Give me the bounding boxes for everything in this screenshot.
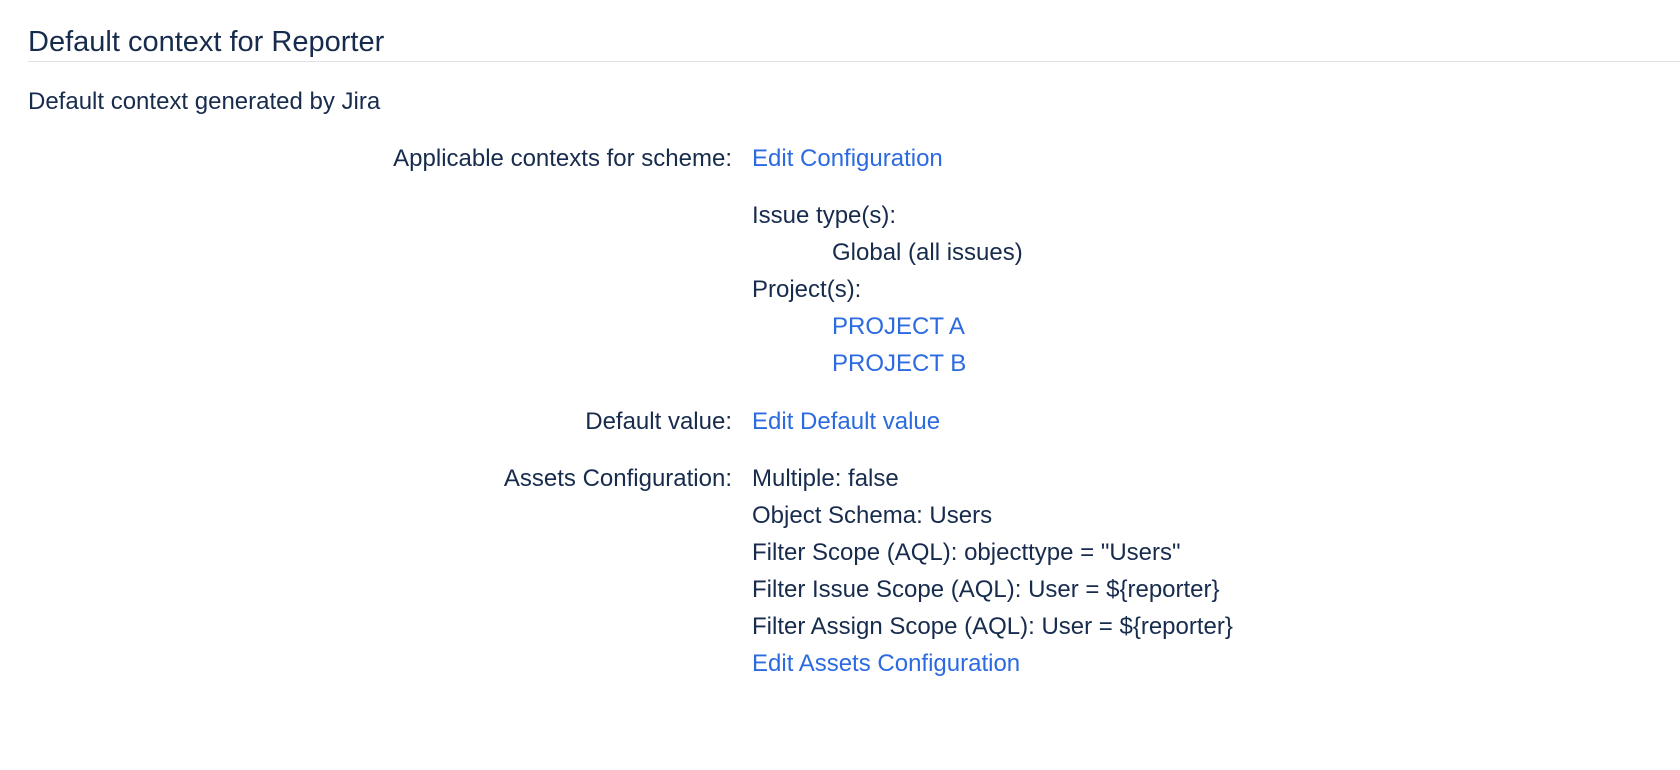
assets-configuration-value: Multiple: false Object Schema: Users Fil… xyxy=(752,460,1233,682)
default-value-label: Default value: xyxy=(585,408,732,435)
assets-multiple: Multiple: false xyxy=(752,465,899,492)
edit-default-value-link[interactable]: Edit Default value xyxy=(752,408,940,435)
default-value-value: Edit Default value xyxy=(752,403,940,440)
issue-types-label: Issue type(s): xyxy=(752,202,897,229)
edit-assets-configuration-link[interactable]: Edit Assets Configuration xyxy=(752,650,1020,677)
page-title: Default context for Reporter xyxy=(28,26,385,58)
assets-filter-assign-scope: Filter Assign Scope (AQL): User = ${repo… xyxy=(752,613,1233,640)
title-divider xyxy=(28,61,1680,62)
assets-configuration-label: Assets Configuration: xyxy=(503,465,732,492)
assets-filter-scope: Filter Scope (AQL): objecttype = "Users" xyxy=(752,539,1181,566)
projects-label: Project(s): xyxy=(752,276,862,303)
project-link-b[interactable]: PROJECT B xyxy=(832,350,966,377)
assets-object-schema: Object Schema: Users xyxy=(752,502,993,529)
assets-filter-issue-scope: Filter Issue Scope (AQL): User = ${repor… xyxy=(752,576,1220,603)
applicable-contexts-label: Applicable contexts for scheme: xyxy=(393,145,732,172)
project-link-a[interactable]: PROJECT A xyxy=(832,313,965,340)
context-description: Default context generated by Jira xyxy=(28,88,381,115)
applicable-contexts-value: Edit Configuration Issue type(s): Global… xyxy=(752,140,1023,382)
issue-type-item: Global (all issues) xyxy=(832,239,1023,266)
edit-configuration-link[interactable]: Edit Configuration xyxy=(752,145,943,172)
